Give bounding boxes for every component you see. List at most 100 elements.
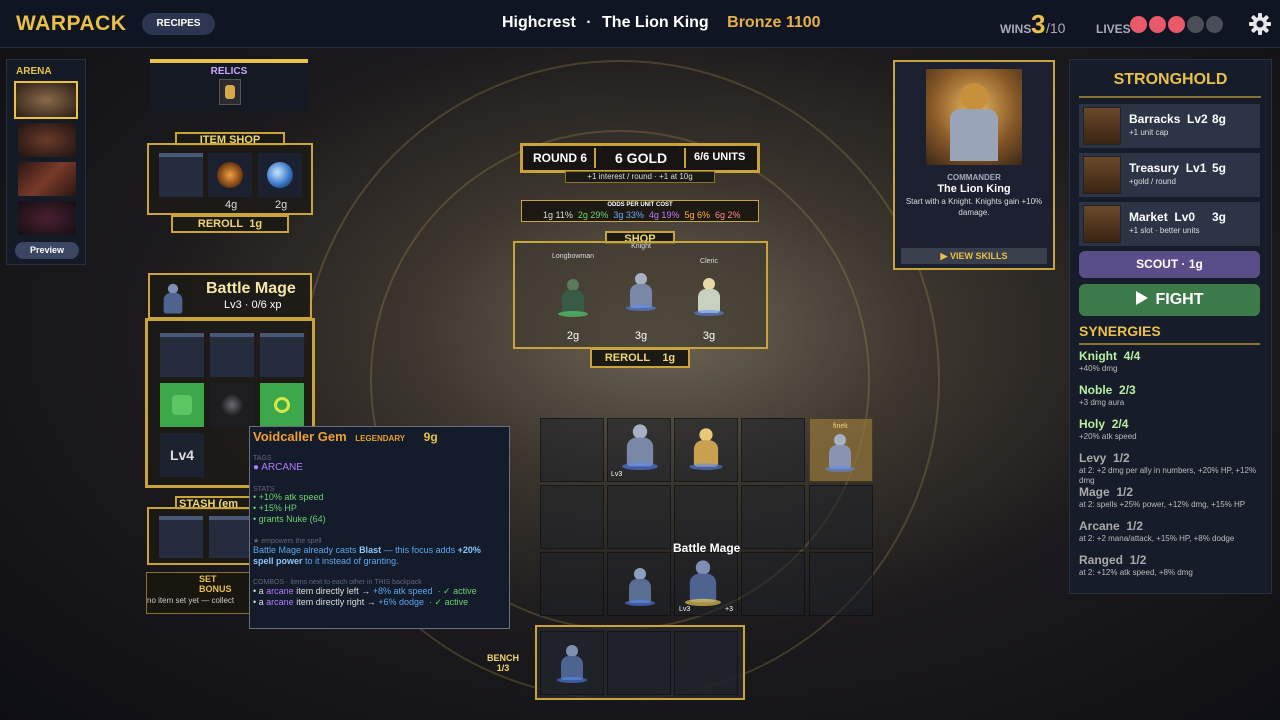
enemy-unit[interactable] — [825, 432, 855, 472]
board-cell[interactable] — [540, 418, 604, 482]
knight-unit[interactable] — [622, 422, 658, 470]
fight-button[interactable]: FIGHT — [1079, 284, 1260, 316]
synergy-desc: +40% dmg — [1079, 364, 1118, 373]
building-icon — [1083, 156, 1121, 194]
shop-card-longbowman[interactable]: Longbowman 2g — [543, 249, 603, 349]
shop-unit-name: Knight — [631, 243, 651, 250]
building-name: Market — [1129, 210, 1168, 224]
knight-sprite — [626, 271, 656, 311]
scout-button[interactable]: SCOUT · 1g — [1079, 251, 1260, 278]
arena-thumb-1[interactable] — [14, 81, 78, 119]
shop-unit-name: Cleric — [700, 258, 718, 265]
bench-title: BENCH — [486, 653, 519, 663]
shop-unit-price: 3g — [634, 330, 648, 342]
commander-portrait — [926, 69, 1022, 165]
building-row-barracks[interactable]: Barracks Lv2 8g +1 unit cap — [1079, 104, 1260, 148]
board-cell[interactable] — [607, 485, 671, 549]
tooltip-tag: ● ARCANE — [253, 462, 303, 473]
bench-unit[interactable] — [557, 643, 587, 683]
arena-preview-button[interactable]: Preview — [15, 242, 79, 259]
reroll-cost: 1g — [662, 352, 676, 364]
view-skills-button[interactable]: ▶ VIEW SKILLS — [901, 248, 1047, 264]
odds-value: 2g 29% — [577, 210, 609, 220]
hero-header: Battle Mage Lv3 · 0/6 xp — [148, 273, 312, 319]
item-shop-panel: 4g 2g — [147, 143, 313, 215]
synergies-title: SYNERGIES — [1079, 323, 1161, 339]
building-name: Barracks — [1129, 112, 1181, 126]
board-cell[interactable] — [540, 485, 604, 549]
shop-card-cleric[interactable]: Cleric 3g — [679, 254, 739, 354]
recipes-button[interactable]: RECIPES — [142, 13, 215, 35]
arena-title: ARENA — [16, 66, 52, 77]
bench-slot[interactable] — [607, 631, 671, 695]
reroll-cost: 1g — [249, 218, 263, 230]
item-shop-slot-empty[interactable] — [159, 153, 203, 197]
synergy-knight: Knight 4/4 — [1079, 349, 1141, 363]
building-row-market[interactable]: Market Lv0 3g +1 slot · better units — [1079, 202, 1260, 246]
arena-thumb-4[interactable] — [18, 201, 76, 235]
shop-card-knight[interactable]: Knight 3g — [611, 239, 671, 342]
item-price-1: 4g — [225, 199, 238, 211]
life-full-icon — [1130, 16, 1147, 33]
star-bonus-badge: +3 — [725, 606, 733, 613]
arena-thumb-2[interactable] — [18, 123, 76, 157]
settings-gear-icon[interactable] — [1248, 12, 1272, 36]
synergy-ranged: Ranged 1/2 — [1079, 553, 1147, 567]
item-shop-slot-1[interactable] — [208, 153, 252, 197]
voidcaller-gem-slot[interactable] — [210, 383, 254, 427]
odds-title: ODDS PER UNIT COST — [607, 202, 673, 208]
stash-slot[interactable] — [209, 516, 253, 558]
commander-desc: Start with a Knight. Knights gain +10% d… — [905, 197, 1043, 217]
life-full-icon — [1168, 16, 1185, 33]
stronghold-title: STRONGHOLD — [1113, 71, 1228, 88]
mage-unit[interactable] — [625, 566, 655, 606]
life-empty-icon — [1187, 16, 1204, 33]
round-divider-1 — [594, 148, 596, 168]
odds-value: 3g 33% — [613, 210, 644, 220]
backpack-slot-arcane-right[interactable] — [260, 383, 304, 427]
paladin-unit[interactable] — [689, 426, 723, 470]
building-row-treasury[interactable]: Treasury Lv1 5g +gold / round — [1079, 153, 1260, 197]
odds-panel: ODDS PER UNIT COST 1g 11% 2g 29% 3g 33% 4g … — [521, 200, 759, 222]
relic-slot[interactable] — [219, 79, 241, 105]
synergy-holy: Holy 2/4 — [1079, 417, 1129, 431]
synergy-desc: at 2: +2 dmg per ally in numbers, +20% H… — [1079, 466, 1257, 485]
battle-mage-unit[interactable] — [685, 558, 721, 606]
item-shop-slot-2[interactable] — [258, 153, 302, 197]
board-cell[interactable] — [741, 418, 805, 482]
life-full-icon — [1149, 16, 1166, 33]
unit-level-badge: Lv3 — [679, 606, 691, 613]
building-desc: +gold / round — [1129, 177, 1176, 186]
bench-count: 1/3 — [496, 663, 510, 673]
shop-reroll-button[interactable]: REROLL 1g — [590, 348, 690, 368]
board-cell[interactable] — [809, 485, 873, 549]
unit-shop-panel: Longbowman 2g Knight 3g Cleric 3g — [513, 241, 768, 349]
board-cell[interactable] — [741, 485, 805, 549]
backpack-slot[interactable] — [160, 333, 204, 377]
tooltip-item-name: Voidcaller Gem — [253, 429, 347, 444]
building-level: Lv2 — [1187, 112, 1208, 126]
round-divider-2 — [684, 148, 686, 168]
item-shop-reroll-button[interactable]: REROLL 1g — [171, 215, 289, 233]
backpack-locked-slot[interactable]: Lv4 — [160, 433, 204, 477]
building-cost: 3g — [1212, 210, 1227, 224]
title-separator: · — [586, 14, 592, 31]
battle-mage-portrait — [160, 282, 186, 316]
board-cell[interactable] — [809, 552, 873, 616]
synergy-desc: +20% atk speed — [1079, 432, 1137, 441]
commander-card-name: The Lion King — [937, 183, 1011, 195]
set-bonus-desc: no item set yet — collect — [147, 596, 235, 605]
game-logo: WARPACK — [16, 12, 127, 35]
backpack-slot[interactable] — [210, 333, 254, 377]
arena-thumb-3[interactable] — [18, 162, 76, 196]
backpack-slot-arcane-left[interactable] — [160, 383, 204, 427]
backpack-slot[interactable] — [260, 333, 304, 377]
board-cell[interactable] — [741, 552, 805, 616]
tooltip-spell-desc: Battle Mage already casts Blast — this f… — [253, 545, 481, 566]
relics-panel: RELICS — [150, 59, 308, 111]
board-cell[interactable] — [540, 552, 604, 616]
top-bar: WARPACK RECIPES Highcrest · The Lion Kin… — [0, 0, 1280, 48]
stash-slot[interactable] — [159, 516, 203, 558]
bench-slot[interactable] — [674, 631, 738, 695]
board-cell[interactable] — [674, 485, 738, 549]
